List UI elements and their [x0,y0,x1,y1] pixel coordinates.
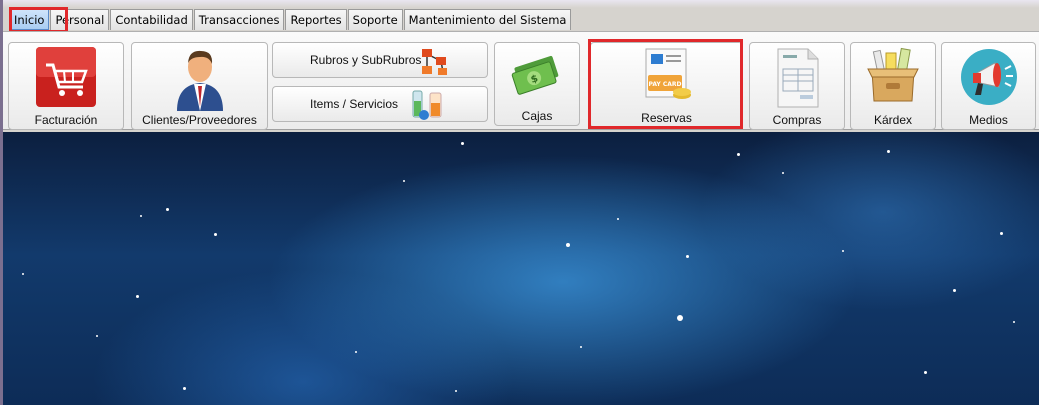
highlight-reservas-button [588,39,743,129]
star [782,172,784,174]
megaphone-icon [960,49,1017,105]
star [677,315,683,321]
star [566,243,570,247]
star [183,387,186,390]
compras-label: Compras [772,113,822,127]
clientes-proveedores-label: Clientes/Proveedores [142,113,257,127]
items-servicios-button[interactable]: Items / Servicios [272,86,488,122]
star [455,390,457,392]
tab-soporte[interactable]: Soporte [347,9,403,30]
tab-mantenimiento[interactable]: Mantenimiento del Sistema [403,9,572,30]
cajas-button[interactable]: $ Cajas [494,42,580,126]
rubros-subrubros-button[interactable]: Rubros y SubRubros [272,42,488,78]
star [1000,232,1003,235]
clientes-proveedores-button[interactable]: Clientes/Proveedores [131,42,268,130]
flasks-icon [412,90,442,120]
money-icon: $ [511,55,559,95]
star [737,153,740,156]
star [580,346,582,348]
cajas-label: Cajas [521,109,553,123]
highlight-inicio-tab [9,7,68,33]
rubros-subrubros-label: Rubros y SubRubros [310,53,422,67]
businessman-icon [176,50,223,111]
kardex-button[interactable]: Kárdex [850,42,936,130]
star [686,255,689,258]
star [842,250,844,252]
star [136,295,139,298]
tab-bar: Inicio Personal Contabilidad Transaccion… [9,9,572,31]
tab-transacciones[interactable]: Transacciones [193,9,285,30]
ribbon-toolbar: Facturación Clientes/Proveedores Rubros … [3,31,1039,130]
tab-reportes[interactable]: Reportes [285,9,347,30]
facturacion-button[interactable]: Facturación [8,42,124,130]
star [355,351,357,353]
tab-contabilidad[interactable]: Contabilidad [110,9,193,30]
star [22,273,24,275]
medios-button[interactable]: Medios [941,42,1036,130]
invoice-document-icon [777,48,819,108]
star [403,180,405,182]
facturacion-label: Facturación [34,113,98,127]
star [617,218,619,220]
box-icon [867,47,919,102]
star [953,289,956,292]
star [140,215,142,217]
shopping-cart-icon [36,47,96,107]
window-top-strip [0,0,1039,8]
star [924,371,927,374]
star [461,142,464,145]
compras-button[interactable]: Compras [749,42,845,130]
items-servicios-label: Items / Servicios [310,97,399,111]
star [887,150,890,153]
star [1013,321,1015,323]
star [96,335,98,337]
starfield-background [3,132,1039,405]
star [166,208,169,211]
medios-label: Medios [969,113,1008,127]
hierarchy-icon [422,49,447,75]
kardex-label: Kárdex [873,113,913,127]
star [214,233,217,236]
